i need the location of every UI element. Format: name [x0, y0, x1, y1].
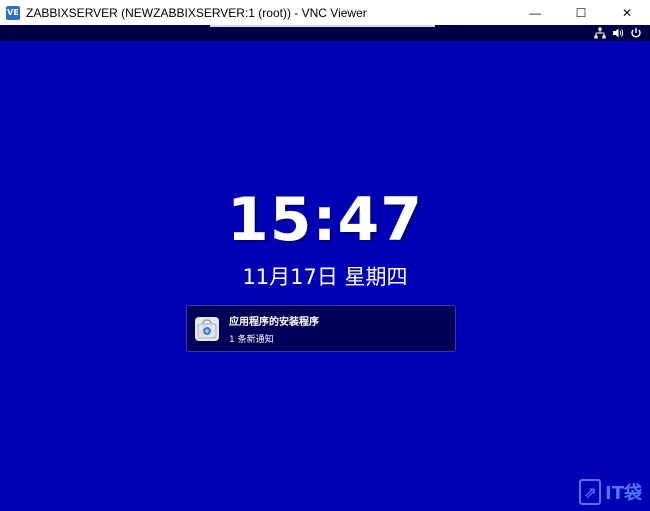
volume-icon[interactable] — [612, 27, 624, 39]
activity-indicator — [210, 25, 435, 27]
notification-title: 应用程序的安装程序 — [229, 316, 319, 328]
power-icon[interactable] — [630, 27, 642, 39]
software-installer-icon — [195, 316, 219, 341]
system-status-area[interactable] — [594, 26, 642, 40]
notification-card[interactable]: 应用程序的安装程序 1 条新通知 — [186, 305, 456, 352]
maximize-button[interactable]: ☐ — [558, 0, 604, 25]
remote-desktop-screen[interactable]: 15:47 11月17日 星期四 应用程序的安装程序 1 条新通知 ⇗ IT袋 — [0, 25, 650, 511]
gnome-top-bar — [0, 25, 650, 41]
watermark-icon: ⇗ — [579, 479, 602, 505]
lock-screen-clock: 15:47 — [227, 185, 423, 255]
notification-subtitle: 1 条新通知 — [229, 334, 274, 345]
window-titlebar[interactable]: VE ZABBIXSERVER (NEWZABBIXSERVER:1 (root… — [0, 0, 650, 25]
network-icon[interactable] — [594, 27, 606, 39]
window-title: ZABBIXSERVER (NEWZABBIXSERVER:1 (root)) … — [26, 5, 367, 20]
watermark-text: IT袋 — [605, 483, 642, 504]
lock-screen-date: 11月17日 星期四 — [242, 265, 408, 289]
vnc-viewer-app-icon: VE — [6, 5, 20, 20]
minimize-button[interactable]: — — [512, 0, 558, 25]
watermark-logo: ⇗ IT袋 — [579, 479, 642, 505]
close-button[interactable]: ✕ — [604, 0, 650, 25]
